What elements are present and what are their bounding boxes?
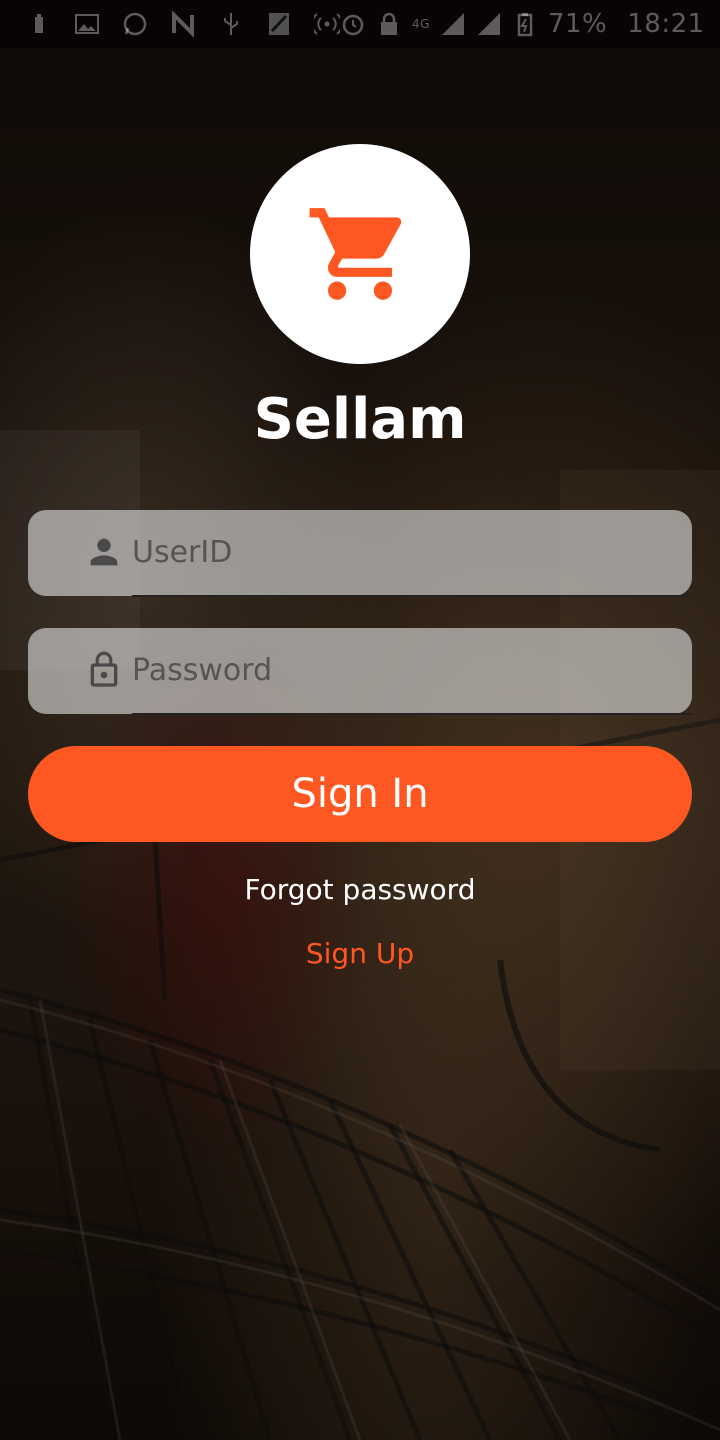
- shopping-cart-icon: [309, 208, 402, 300]
- sign-in-button[interactable]: Sign In: [28, 746, 692, 842]
- forgot-password-link[interactable]: Forgot password: [245, 870, 476, 910]
- battery-percent: 71%: [547, 9, 608, 39]
- status-left-icons: [26, 11, 340, 37]
- lock-icon: [90, 651, 118, 687]
- alarm-icon: [342, 14, 364, 36]
- usb-icon: [224, 13, 238, 35]
- n-app-icon: [172, 11, 194, 37]
- userid-underline: [132, 595, 692, 597]
- userid-field[interactable]: [28, 510, 692, 597]
- userid-input[interactable]: [132, 510, 672, 594]
- status-bar: 4G 71% 18:21: [0, 0, 720, 48]
- signal-icon: [441, 13, 464, 35]
- login-screen: 4G 71% 18:21 Sellam Sign In Forgot pass: [0, 0, 720, 1440]
- person-icon: [90, 538, 118, 566]
- sign-up-row: Sign Up: [0, 934, 720, 974]
- status-right-icons: 4G 71% 18:21: [340, 9, 705, 39]
- notification-icon: [35, 14, 43, 33]
- gallery-icon: [75, 14, 99, 34]
- password-input[interactable]: [132, 628, 672, 712]
- clock-time: 18:21: [627, 9, 705, 39]
- network-type-label: 4G: [412, 17, 430, 31]
- battery-icon: [517, 13, 533, 37]
- signal-box-icon: [269, 13, 289, 35]
- lock-status-icon: [381, 12, 397, 35]
- hotspot-icon: [314, 13, 340, 35]
- forgot-password-row: Forgot password: [0, 870, 720, 910]
- app-logo: [250, 144, 470, 364]
- app-title: Sellam: [253, 387, 467, 452]
- sign-up-link[interactable]: Sign Up: [306, 934, 414, 974]
- password-field[interactable]: [28, 628, 692, 715]
- password-underline: [132, 713, 692, 715]
- signal-icon-2: [477, 13, 500, 35]
- whatsapp-icon: [123, 12, 147, 36]
